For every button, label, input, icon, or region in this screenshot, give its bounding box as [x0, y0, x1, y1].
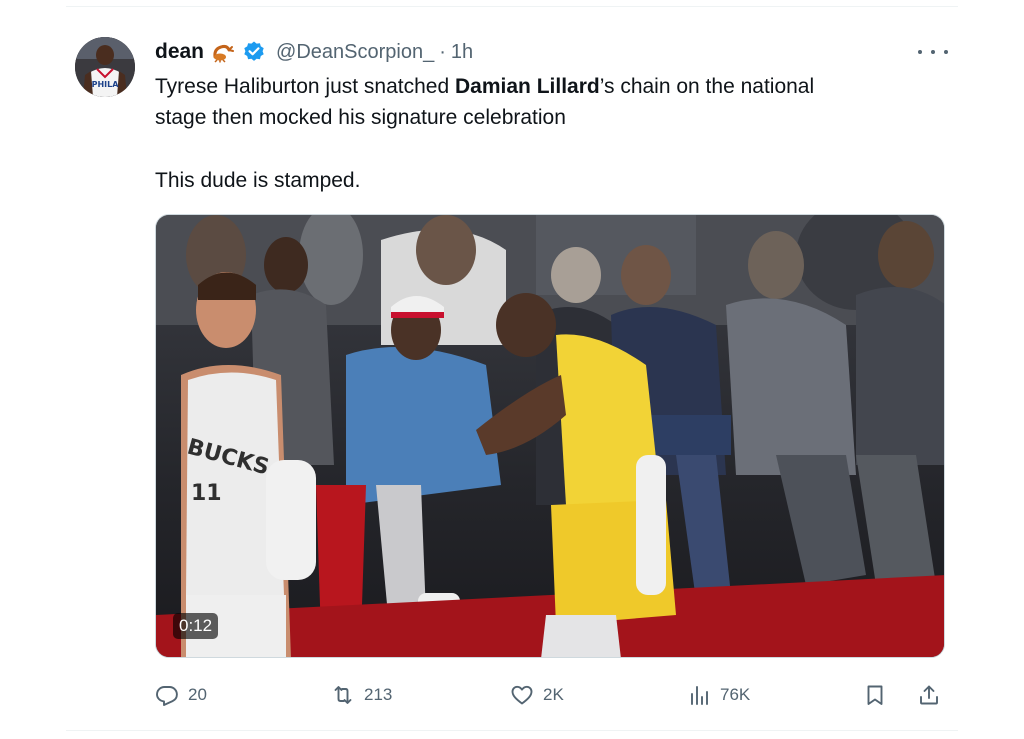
share-button[interactable]	[917, 680, 941, 710]
reply-icon	[156, 686, 178, 706]
video-frame: BUCKS 11	[156, 215, 944, 657]
more-horizontal-icon[interactable]	[918, 40, 948, 64]
bottom-divider	[66, 730, 958, 731]
scorpion-emoji-icon	[211, 41, 237, 63]
video-player[interactable]: BUCKS 11 0:12	[155, 214, 945, 658]
author-handle[interactable]: @DeanScorpion_	[276, 41, 434, 64]
tweet-text-line-3: This dude is stamped.	[155, 169, 361, 192]
jersey-number: 11	[191, 481, 222, 506]
reply-count: 20	[188, 685, 207, 704]
bookmark-icon	[867, 685, 883, 705]
tweet-text: Tyrese Haliburton just snatched Damian L…	[155, 71, 935, 196]
avatar-jersey-text: PHILA	[92, 80, 120, 89]
views-chart-icon	[691, 686, 708, 705]
tweet-timestamp[interactable]: 1h	[451, 41, 473, 64]
share-icon	[920, 685, 938, 705]
avatar[interactable]: PHILA	[75, 37, 135, 97]
tweet-text-line-1: Tyrese Haliburton just snatched Damian L…	[155, 75, 815, 98]
views-count: 76K	[720, 685, 751, 704]
bookmark-button[interactable]	[863, 680, 887, 710]
author-name[interactable]: dean	[155, 40, 204, 64]
like-count: 2K	[543, 685, 564, 704]
heart-icon	[511, 685, 533, 705]
repost-button[interactable]: 213	[331, 680, 392, 710]
tweet-actions: 20 213 2K 76K	[155, 680, 945, 710]
video-duration: 0:12	[173, 613, 219, 639]
separator-dot: ·	[439, 40, 446, 63]
verified-badge-icon	[242, 40, 266, 64]
mention-bold: Damian Lillard	[455, 75, 600, 98]
reply-button[interactable]: 20	[155, 680, 207, 710]
like-button[interactable]: 2K	[510, 680, 564, 710]
tweet-header: dean @DeanScorpion_ · 1h	[155, 37, 473, 67]
views-button[interactable]: 76K	[687, 680, 750, 710]
avatar-image: PHILA	[75, 37, 135, 97]
repost-count: 213	[364, 685, 393, 704]
tweet-text-line-2: stage then mocked his signature celebrat…	[155, 106, 566, 129]
repost-icon	[334, 686, 352, 704]
top-divider	[66, 6, 958, 7]
